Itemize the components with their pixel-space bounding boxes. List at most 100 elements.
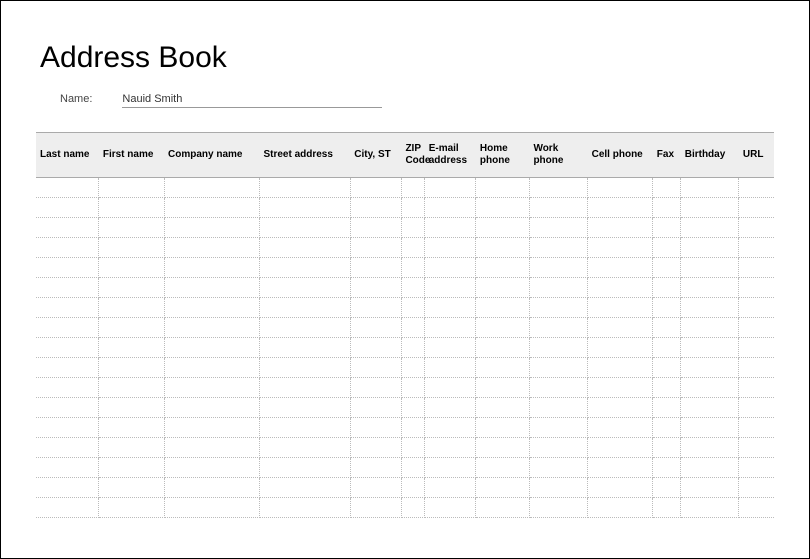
table-cell[interactable]: [529, 338, 587, 358]
table-cell[interactable]: [588, 458, 653, 478]
table-cell[interactable]: [529, 298, 587, 318]
table-cell[interactable]: [529, 258, 587, 278]
table-cell[interactable]: [99, 438, 164, 458]
table-cell[interactable]: [99, 338, 164, 358]
table-cell[interactable]: [529, 438, 587, 458]
table-cell[interactable]: [739, 218, 774, 238]
table-cell[interactable]: [99, 458, 164, 478]
table-cell[interactable]: [739, 398, 774, 418]
table-cell[interactable]: [681, 478, 739, 498]
table-cell[interactable]: [739, 258, 774, 278]
table-cell[interactable]: [99, 238, 164, 258]
table-cell[interactable]: [653, 338, 681, 358]
table-cell[interactable]: [529, 178, 587, 198]
table-cell[interactable]: [739, 298, 774, 318]
table-cell[interactable]: [401, 218, 424, 238]
table-cell[interactable]: [588, 498, 653, 518]
table-cell[interactable]: [99, 218, 164, 238]
table-cell[interactable]: [401, 178, 424, 198]
table-cell[interactable]: [425, 258, 476, 278]
table-cell[interactable]: [681, 358, 739, 378]
table-cell[interactable]: [653, 498, 681, 518]
table-cell[interactable]: [259, 238, 350, 258]
table-cell[interactable]: [529, 498, 587, 518]
table-cell[interactable]: [739, 498, 774, 518]
table-cell[interactable]: [164, 298, 259, 318]
table-cell[interactable]: [425, 418, 476, 438]
table-cell[interactable]: [529, 398, 587, 418]
table-cell[interactable]: [529, 478, 587, 498]
table-cell[interactable]: [476, 418, 530, 438]
table-cell[interactable]: [653, 438, 681, 458]
table-cell[interactable]: [164, 238, 259, 258]
table-cell[interactable]: [36, 398, 99, 418]
table-cell[interactable]: [653, 378, 681, 398]
table-cell[interactable]: [36, 498, 99, 518]
table-cell[interactable]: [164, 438, 259, 458]
table-cell[interactable]: [36, 478, 99, 498]
table-cell[interactable]: [425, 238, 476, 258]
table-cell[interactable]: [259, 438, 350, 458]
table-cell[interactable]: [99, 318, 164, 338]
table-cell[interactable]: [425, 478, 476, 498]
table-cell[interactable]: [350, 478, 401, 498]
table-cell[interactable]: [259, 398, 350, 418]
table-cell[interactable]: [99, 278, 164, 298]
table-cell[interactable]: [36, 358, 99, 378]
table-cell[interactable]: [588, 178, 653, 198]
table-cell[interactable]: [739, 318, 774, 338]
table-cell[interactable]: [99, 258, 164, 278]
table-cell[interactable]: [529, 198, 587, 218]
table-cell[interactable]: [36, 238, 99, 258]
table-cell[interactable]: [36, 218, 99, 238]
table-cell[interactable]: [164, 338, 259, 358]
table-cell[interactable]: [476, 498, 530, 518]
table-cell[interactable]: [425, 278, 476, 298]
table-cell[interactable]: [476, 438, 530, 458]
table-cell[interactable]: [99, 398, 164, 418]
table-cell[interactable]: [588, 298, 653, 318]
table-cell[interactable]: [588, 418, 653, 438]
table-cell[interactable]: [401, 318, 424, 338]
table-cell[interactable]: [529, 218, 587, 238]
table-cell[interactable]: [350, 418, 401, 438]
table-cell[interactable]: [401, 358, 424, 378]
table-cell[interactable]: [99, 358, 164, 378]
table-cell[interactable]: [681, 178, 739, 198]
table-cell[interactable]: [401, 338, 424, 358]
table-cell[interactable]: [259, 258, 350, 278]
table-cell[interactable]: [36, 198, 99, 218]
table-cell[interactable]: [36, 278, 99, 298]
table-cell[interactable]: [681, 318, 739, 338]
table-cell[interactable]: [529, 238, 587, 258]
table-cell[interactable]: [425, 398, 476, 418]
table-cell[interactable]: [476, 458, 530, 478]
table-cell[interactable]: [401, 238, 424, 258]
table-cell[interactable]: [36, 378, 99, 398]
table-cell[interactable]: [164, 198, 259, 218]
table-cell[interactable]: [350, 278, 401, 298]
table-cell[interactable]: [739, 458, 774, 478]
table-cell[interactable]: [588, 218, 653, 238]
table-cell[interactable]: [259, 358, 350, 378]
table-cell[interactable]: [164, 218, 259, 238]
table-cell[interactable]: [653, 358, 681, 378]
table-cell[interactable]: [164, 478, 259, 498]
table-cell[interactable]: [401, 258, 424, 278]
table-cell[interactable]: [259, 218, 350, 238]
table-cell[interactable]: [36, 458, 99, 478]
table-cell[interactable]: [476, 198, 530, 218]
table-cell[interactable]: [653, 258, 681, 278]
table-cell[interactable]: [350, 238, 401, 258]
table-cell[interactable]: [350, 258, 401, 278]
table-cell[interactable]: [739, 358, 774, 378]
table-cell[interactable]: [164, 258, 259, 278]
table-cell[interactable]: [588, 398, 653, 418]
table-cell[interactable]: [259, 478, 350, 498]
table-cell[interactable]: [425, 498, 476, 518]
table-cell[interactable]: [681, 378, 739, 398]
table-cell[interactable]: [529, 358, 587, 378]
table-cell[interactable]: [350, 298, 401, 318]
table-cell[interactable]: [401, 198, 424, 218]
name-value[interactable]: Nauid Smith: [122, 93, 382, 108]
